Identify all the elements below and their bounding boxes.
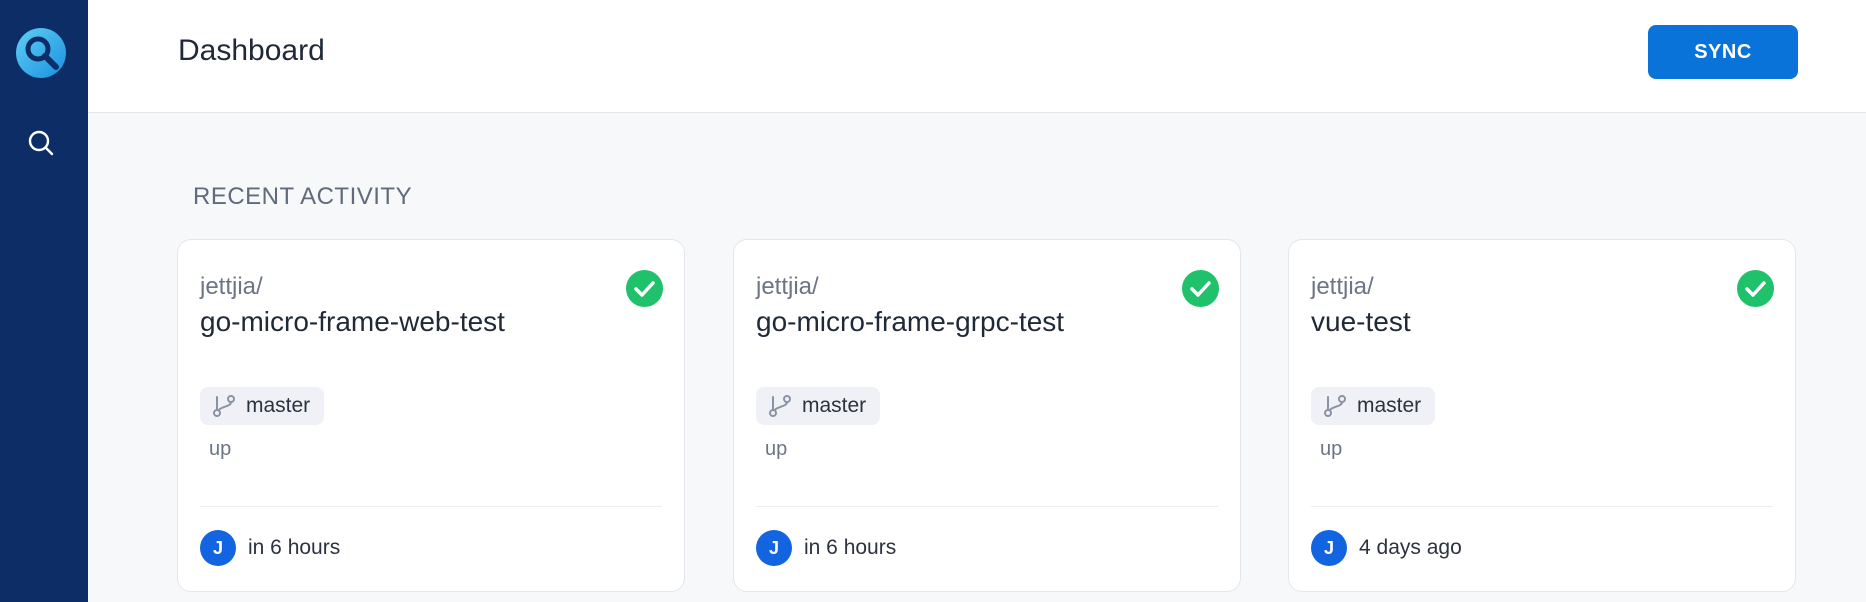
- branch-label: master: [1357, 394, 1422, 417]
- repo-owner: jettjia/: [1311, 273, 1374, 300]
- commit-message: up: [209, 438, 232, 460]
- success-check-icon: [626, 270, 663, 307]
- timestamp: in 6 hours: [804, 536, 897, 559]
- divider: [200, 506, 662, 507]
- timestamp: in 6 hours: [248, 536, 341, 559]
- git-branch-icon: [1324, 395, 1346, 417]
- page-title: Dashboard: [178, 34, 325, 67]
- git-branch-icon: [213, 395, 235, 417]
- commit-message: up: [1320, 438, 1343, 460]
- repo-owner: jettjia/: [200, 273, 263, 300]
- repo-card[interactable]: jettjia/ go-micro-frame-grpc-test master…: [733, 239, 1241, 592]
- commit-message: up: [765, 438, 788, 460]
- divider: [1311, 506, 1773, 507]
- repo-name[interactable]: go-micro-frame-web-test: [200, 306, 505, 338]
- section-title: RECENT ACTIVITY: [193, 183, 413, 210]
- branch-label: master: [802, 394, 867, 417]
- branch-label: master: [246, 394, 311, 417]
- divider: [756, 506, 1218, 507]
- avatar: J: [756, 530, 792, 566]
- timestamp: 4 days ago: [1359, 536, 1462, 559]
- repo-card[interactable]: jettjia/ go-micro-frame-web-test master …: [177, 239, 685, 592]
- avatar: J: [1311, 530, 1347, 566]
- sync-button[interactable]: SYNC: [1648, 25, 1798, 79]
- repo-name[interactable]: go-micro-frame-grpc-test: [756, 306, 1064, 338]
- success-check-icon: [1182, 270, 1219, 307]
- git-branch-icon: [769, 395, 791, 417]
- header: Dashboard SYNC: [88, 0, 1866, 113]
- repo-card[interactable]: jettjia/ vue-test master up J 4 days ago: [1288, 239, 1796, 592]
- repo-owner: jettjia/: [756, 273, 819, 300]
- avatar: J: [200, 530, 236, 566]
- success-check-icon: [1737, 270, 1774, 307]
- repo-name[interactable]: vue-test: [1311, 306, 1411, 338]
- branch-badge: master: [756, 387, 881, 425]
- logo-icon[interactable]: [16, 28, 66, 78]
- search-icon[interactable]: [26, 128, 56, 158]
- sidebar: [0, 0, 88, 602]
- branch-badge: master: [1311, 387, 1436, 425]
- branch-badge: master: [200, 387, 325, 425]
